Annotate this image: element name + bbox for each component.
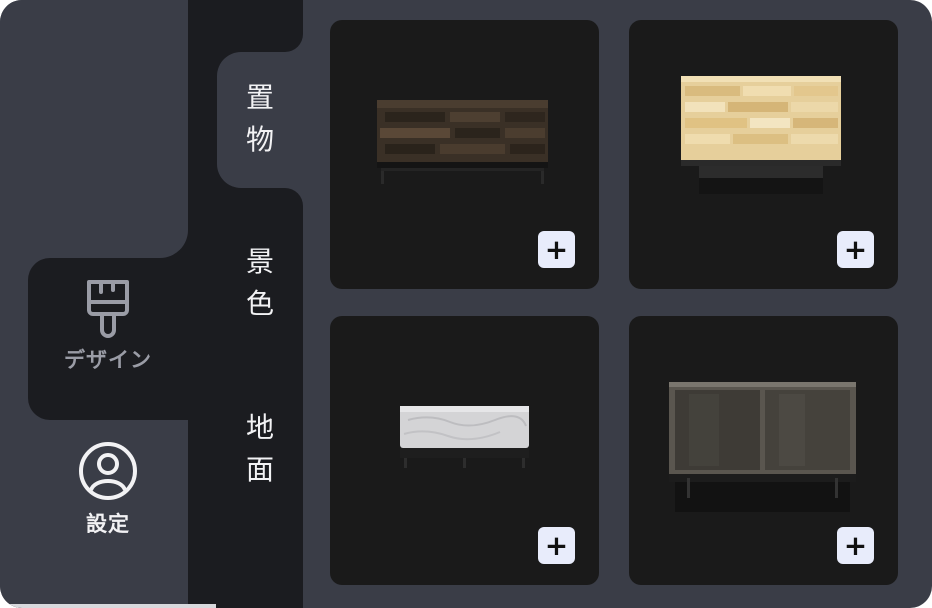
tab-scenery-char-1: 景 [245,245,274,278]
tab-ground[interactable]: 地 面 [217,407,303,491]
item-card-dark-wood-tv-stand[interactable]: + [330,20,599,289]
tab-objects-char-2: 物 [245,123,274,156]
add-button[interactable]: + [837,527,874,564]
user-circle-icon [79,442,137,500]
furniture-picker-window: デザイン 設定 置 物 景 色 地 面 + + + + [0,0,932,608]
add-button[interactable]: + [538,231,575,268]
tab-objects-char-1: 置 [245,81,274,114]
tab-ground-char-2: 面 [245,453,274,486]
scroll-indicator [0,604,216,608]
nav-design-button[interactable]: デザイン [28,278,188,374]
tab-scenery[interactable]: 景 色 [217,241,303,325]
paint-brush-icon [87,280,129,338]
nav-settings-button[interactable]: 設定 [28,440,188,538]
tab-ground-char-1: 地 [245,411,274,444]
item-card-dark-glass-cabinet[interactable]: + [629,316,898,585]
item-card-light-wood-table[interactable]: + [629,20,898,289]
tab-objects[interactable]: 置 物 [217,77,303,161]
nav-settings-label: 設定 [86,512,130,536]
item-card-white-marble-bench[interactable]: + [330,316,599,585]
nav-design-label: デザイン [64,348,152,372]
add-button[interactable]: + [837,231,874,268]
add-button[interactable]: + [538,527,575,564]
tab-scenery-char-2: 色 [245,287,274,320]
